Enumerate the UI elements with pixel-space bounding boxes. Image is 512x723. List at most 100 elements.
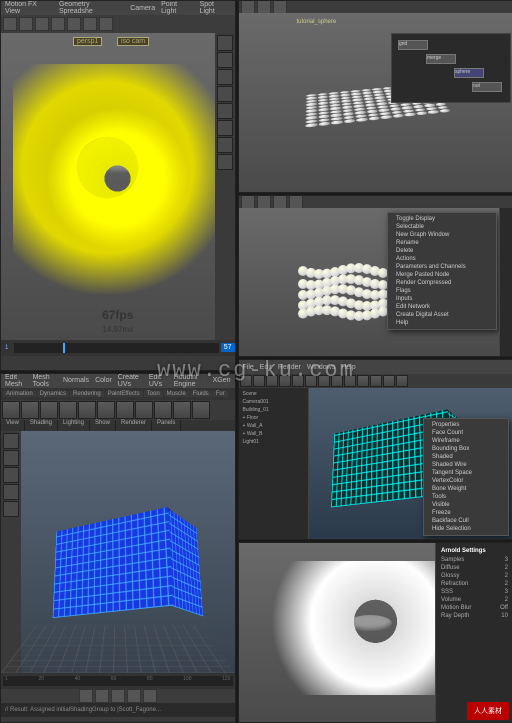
- maya-viewport[interactable]: [1, 431, 235, 673]
- play-button[interactable]: [111, 689, 125, 703]
- tree-item[interactable]: + Wall_B: [241, 430, 306, 438]
- prop-row[interactable]: Diffuse2: [439, 564, 510, 572]
- menu-item[interactable]: Flags: [390, 287, 494, 295]
- shelf-btn[interactable]: [217, 120, 233, 136]
- maya-timeline[interactable]: 120406080100120: [1, 673, 235, 689]
- parameter-pane[interactable]: [499, 208, 512, 356]
- timeline[interactable]: 1 57: [1, 340, 235, 356]
- node[interactable]: merge: [426, 54, 456, 64]
- tb-btn[interactable]: [292, 375, 304, 387]
- menu-item[interactable]: Edit Network: [390, 303, 494, 311]
- tree-item[interactable]: Camera001: [241, 398, 306, 406]
- menu-item[interactable]: Hide Selection: [426, 525, 506, 533]
- shelf-button[interactable]: [154, 401, 172, 419]
- network-view[interactable]: grid merge sphere out: [391, 33, 511, 103]
- menu-item[interactable]: Wireframe: [426, 437, 506, 445]
- menu-item[interactable]: Mesh Tools: [33, 374, 57, 388]
- tb-btn[interactable]: [279, 375, 291, 387]
- tb-btn[interactable]: [318, 375, 330, 387]
- menu-item[interactable]: Houdini Engine: [174, 374, 207, 388]
- menu-item[interactable]: Rename: [390, 239, 494, 247]
- menu-item[interactable]: Camera: [130, 5, 155, 12]
- menu-item[interactable]: VertexColor: [426, 477, 506, 485]
- tb-btn[interactable]: [357, 375, 369, 387]
- tb-btn[interactable]: [253, 375, 265, 387]
- shelf-button[interactable]: [59, 401, 77, 419]
- menu-item[interactable]: Shaded: [426, 453, 506, 461]
- shelf-button[interactable]: [173, 401, 191, 419]
- vp-tab[interactable]: View: [1, 420, 25, 431]
- shelf-tab[interactable]: Animation: [3, 391, 36, 397]
- menu-item[interactable]: Actions: [390, 255, 494, 263]
- node[interactable]: out: [472, 82, 502, 92]
- menu-item[interactable]: Normals: [63, 377, 89, 384]
- vp-tab[interactable]: Lighting: [58, 420, 90, 431]
- tree-item[interactable]: Light01: [241, 438, 306, 446]
- scale-tool[interactable]: [3, 484, 19, 500]
- tool-scale[interactable]: [51, 17, 65, 31]
- node[interactable]: grid: [398, 40, 428, 50]
- frame-current[interactable]: 57: [221, 343, 235, 352]
- tool-btn[interactable]: [241, 0, 255, 14]
- shelf-button[interactable]: [116, 401, 134, 419]
- tb-btn[interactable]: [266, 375, 278, 387]
- menu-item[interactable]: Edit: [260, 364, 272, 371]
- forward-button[interactable]: [143, 689, 157, 703]
- shelf-button[interactable]: [21, 401, 39, 419]
- viewport-tabs[interactable]: View Shading Lighting Show Renderer Pane…: [1, 420, 235, 431]
- rewind-button[interactable]: [79, 689, 93, 703]
- tb-btn[interactable]: [240, 375, 252, 387]
- tool-btn[interactable]: [257, 195, 271, 209]
- vp-tab[interactable]: Panels: [152, 420, 181, 431]
- viewport[interactable]: persp1 iso cam 67fps 14.97ms: [1, 33, 235, 340]
- menu-item[interactable]: Bounding Box: [426, 445, 506, 453]
- timeline-track[interactable]: [14, 343, 218, 353]
- hud-mode[interactable]: iso cam: [117, 37, 149, 46]
- menu-item[interactable]: Color: [95, 377, 112, 384]
- prop-row[interactable]: Samples3: [439, 556, 510, 564]
- vp-tab[interactable]: Renderer: [116, 420, 152, 431]
- shelf-button[interactable]: [97, 401, 115, 419]
- shelf-tab[interactable]: Dynamics: [37, 391, 69, 397]
- hud-camera[interactable]: persp1: [73, 37, 102, 46]
- tool-snap[interactable]: [67, 17, 81, 31]
- context-menu[interactable]: Toggle Display Selectable New Graph Wind…: [387, 212, 497, 330]
- step-back-button[interactable]: [95, 689, 109, 703]
- menu-item[interactable]: Delete: [390, 247, 494, 255]
- maya-menubar[interactable]: Edit Mesh Mesh Tools Normals Color Creat…: [1, 374, 235, 388]
- menu-item[interactable]: Edit Mesh: [5, 374, 27, 388]
- tree-item[interactable]: + Floor: [241, 414, 306, 422]
- shelf-button[interactable]: [78, 401, 96, 419]
- menu-item[interactable]: Spot Light: [200, 1, 231, 15]
- menu-item[interactable]: Shaded Wire: [426, 461, 506, 469]
- menu-item[interactable]: Merge Pasted Node: [390, 271, 494, 279]
- tool-btn[interactable]: [241, 195, 255, 209]
- shelf-btn[interactable]: [217, 35, 233, 51]
- prop-row[interactable]: Motion BlurOff: [439, 604, 510, 612]
- move-tool[interactable]: [3, 450, 19, 466]
- shelf-tab[interactable]: PaintEffects: [105, 391, 143, 397]
- shelf-tab[interactable]: Toon: [144, 391, 163, 397]
- shelf-btn[interactable]: [217, 154, 233, 170]
- maya-timeline-track[interactable]: 120406080100120: [3, 676, 233, 686]
- menu-item[interactable]: Geometry Spreadshe: [59, 1, 124, 15]
- shelf-button[interactable]: [2, 401, 20, 419]
- shelf-button[interactable]: [192, 401, 210, 419]
- tree-item[interactable]: Building_01: [241, 406, 306, 414]
- building-mesh[interactable]: [53, 506, 174, 617]
- menu-item[interactable]: Visible: [426, 501, 506, 509]
- tool-rotate[interactable]: [35, 17, 49, 31]
- shelf-btn[interactable]: [217, 137, 233, 153]
- tool-btn[interactable]: [257, 0, 271, 14]
- tool-lights[interactable]: [83, 17, 97, 31]
- tool-btn[interactable]: [273, 0, 287, 14]
- step-fwd-button[interactable]: [127, 689, 141, 703]
- menu-item[interactable]: Create Digital Asset: [390, 311, 494, 319]
- menu-item[interactable]: Point Light: [161, 1, 193, 15]
- shelf-tab[interactable]: Muscle: [164, 391, 189, 397]
- grid-viewport[interactable]: tutorial_sphere grid merge sphere out: [239, 13, 512, 192]
- menu-item[interactable]: Parameters and Channels: [390, 263, 494, 271]
- tool-move[interactable]: [19, 17, 33, 31]
- tb-btn[interactable]: [331, 375, 343, 387]
- tool-btn[interactable]: [289, 195, 303, 209]
